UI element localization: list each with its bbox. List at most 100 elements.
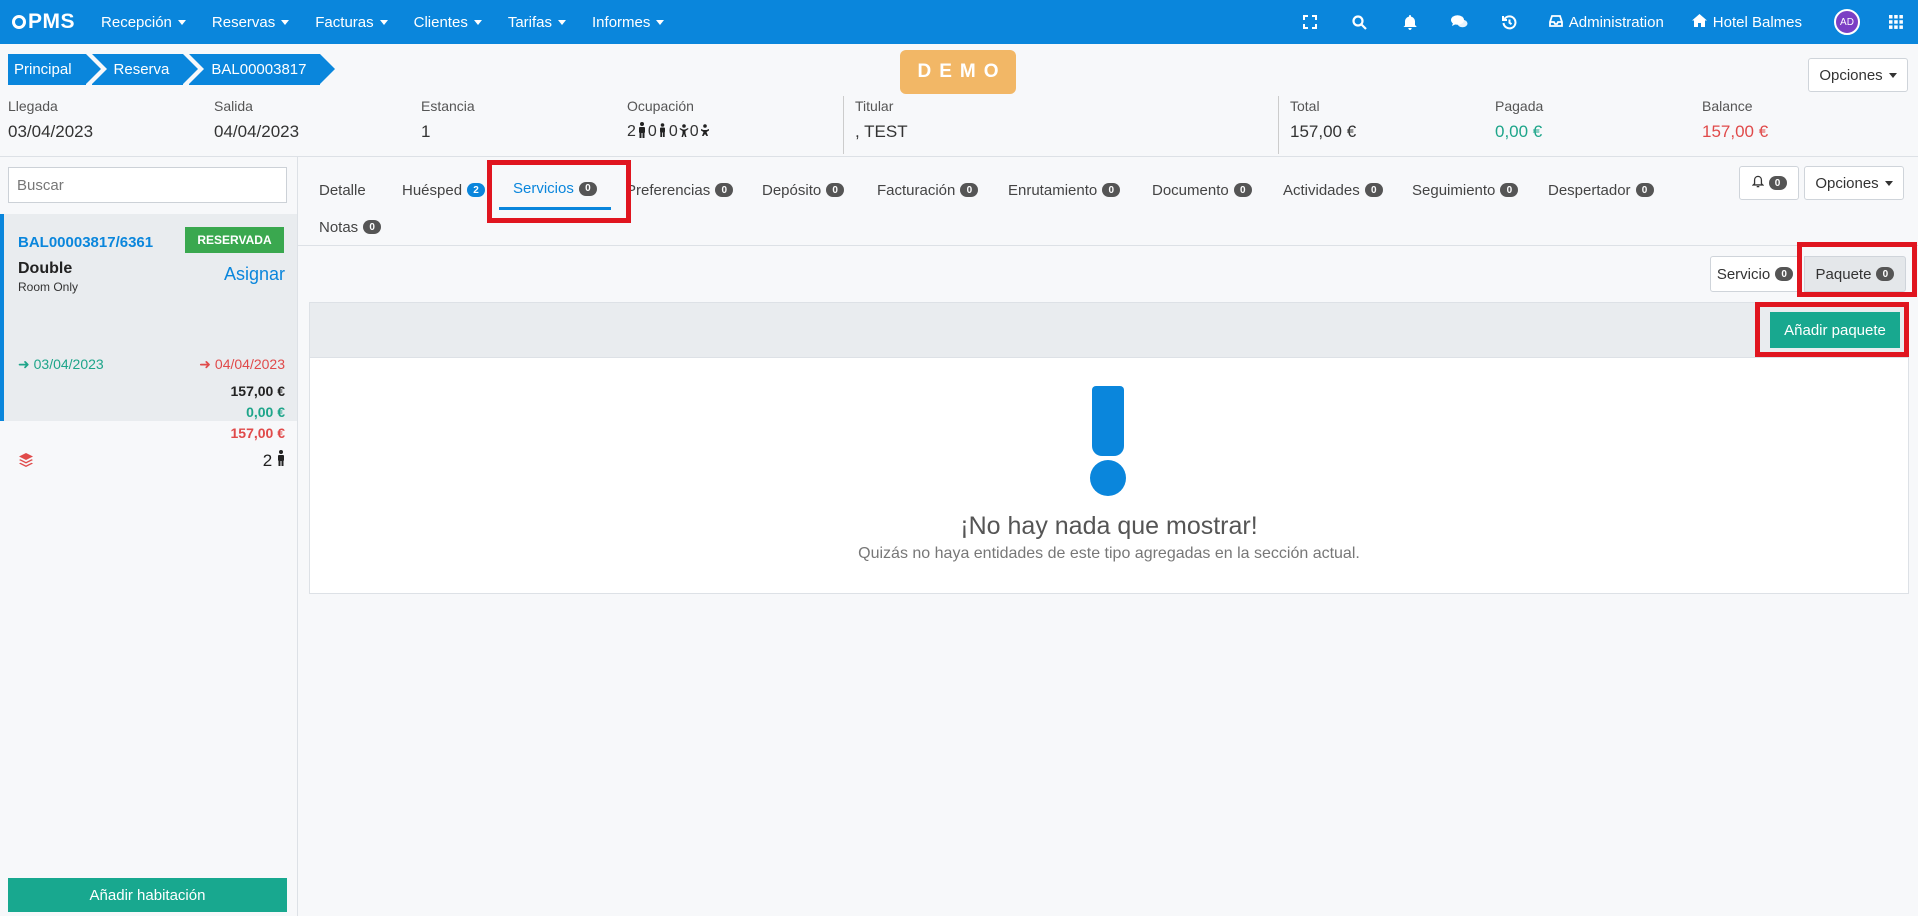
tab-enrutamiento[interactable]: Enrutamiento 0 — [1008, 170, 1121, 210]
departure-field: Salida 04/04/2023 — [214, 96, 299, 142]
notifications-button[interactable]: 0 — [1739, 166, 1799, 200]
notifications-count: 0 — [1768, 176, 1787, 190]
package-toolbar — [309, 302, 1909, 358]
occupancy-field: Ocupación 2 0 0 0 — [627, 96, 711, 141]
caret-down-icon — [281, 19, 290, 25]
home-icon — [1691, 14, 1707, 30]
holder-field: Titular , TEST — [855, 96, 908, 142]
total-label: Total — [1290, 98, 1320, 114]
reservation-summary: Llegada 03/04/2023 Salida 04/04/2023 Est… — [0, 96, 1918, 156]
tab-count: 0 — [1102, 183, 1121, 197]
menu-tarifas[interactable]: Tarifas — [507, 13, 567, 31]
tab-deposito[interactable]: Depósito 0 — [762, 170, 845, 210]
demo-badge: DEMO — [900, 50, 1016, 94]
departure-label: Salida — [214, 98, 253, 114]
options-label: Opciones — [1819, 66, 1883, 84]
tab-count: 0 — [826, 183, 845, 197]
paid-field: Pagada 0,00 € — [1495, 96, 1543, 142]
inbox-icon — [1548, 14, 1563, 30]
menu-label: Recepción — [101, 13, 172, 31]
stay-label: Estancia — [421, 98, 475, 114]
search-input[interactable] — [8, 167, 287, 203]
occupancy-value: 2 0 0 0 — [627, 122, 711, 141]
app-logo[interactable]: PMS — [12, 10, 75, 34]
hotel-selector[interactable]: Hotel Balmes — [1691, 14, 1802, 31]
breadcrumb-reserva[interactable]: Reserva — [91, 54, 199, 85]
room-code[interactable]: BAL00003817/6361 — [18, 234, 153, 251]
tab-count: 0 — [363, 220, 382, 234]
rooms-sidebar: BAL00003817/6361 RESERVADA Double Room O… — [0, 157, 298, 916]
tab-label: Seguimiento — [1412, 181, 1496, 199]
children-count: 0 — [668, 122, 678, 140]
junior-icon — [658, 123, 668, 140]
tab-preferencias[interactable]: Preferencias 0 — [626, 170, 734, 210]
status-badge: RESERVADA — [185, 227, 284, 253]
menu-reservas[interactable]: Reservas — [212, 14, 290, 31]
balance-field: Balance 157,00 € — [1702, 96, 1768, 142]
package-subtab[interactable]: Paquete 0 — [1804, 256, 1906, 292]
tab-servicios[interactable]: Servicios 0 — [499, 170, 611, 210]
user-avatar[interactable]: AD — [1834, 9, 1860, 35]
menu-facturas[interactable]: Facturas — [315, 13, 388, 31]
tab-detalle[interactable]: Detalle — [319, 170, 366, 210]
bell-icon[interactable] — [1385, 0, 1435, 44]
administration-link[interactable]: Administration — [1548, 14, 1664, 31]
tab-actividades[interactable]: Actividades 0 — [1283, 170, 1383, 210]
caret-down-icon — [177, 19, 186, 25]
logo-icon — [12, 15, 26, 29]
tab-count: 0 — [578, 181, 597, 196]
tab-count: 2 — [467, 183, 486, 197]
menu-clientes[interactable]: Clientes — [414, 14, 482, 31]
tab-notas[interactable]: Notas 0 — [319, 207, 382, 247]
tab-count: 0 — [715, 183, 734, 197]
assign-link[interactable]: Asignar — [224, 264, 285, 285]
tab-seguimiento[interactable]: Seguimiento 0 — [1412, 170, 1519, 210]
menu-label: Clientes — [413, 13, 468, 31]
arrival-value: 03/04/2023 — [8, 122, 94, 141]
adult-icon — [277, 450, 285, 470]
history-icon[interactable] — [1485, 0, 1535, 44]
top-navbar: PMS Recepción Reservas Facturas Clientes… — [0, 0, 1918, 44]
menu-label: Facturas — [315, 13, 374, 31]
tab-count: 0 — [1233, 183, 1252, 197]
room-balance: 157,00 € — [230, 425, 286, 441]
total-value: 157,00 € — [1290, 122, 1357, 141]
add-package-button[interactable]: Añadir paquete — [1770, 312, 1900, 348]
baby-icon — [700, 123, 710, 140]
package-count: 0 — [1876, 267, 1895, 281]
room-total: 157,00 € — [230, 383, 286, 399]
search-icon[interactable] — [1335, 0, 1385, 44]
caret-down-icon — [1884, 180, 1893, 186]
room-departure: ➜ 04/04/2023 — [199, 356, 285, 373]
tab-huesped[interactable]: Huésped 2 — [402, 170, 486, 210]
tab-label: Actividades — [1283, 181, 1360, 199]
tab-count: 0 — [1635, 183, 1654, 197]
apps-grid-icon[interactable] — [1874, 0, 1918, 44]
layers-icon[interactable] — [18, 452, 34, 473]
balance-value: 157,00 € — [1702, 122, 1769, 141]
service-subtab[interactable]: Servicio 0 — [1710, 256, 1800, 292]
room-plan: Room Only — [18, 280, 79, 294]
tab-documento[interactable]: Documento 0 — [1152, 170, 1252, 210]
options-button-top[interactable]: Opciones — [1808, 58, 1908, 92]
tab-label: Depósito — [762, 181, 822, 199]
tab-label: Servicios — [513, 180, 574, 197]
tab-facturacion[interactable]: Facturación 0 — [877, 170, 979, 210]
options-button-tabs[interactable]: Opciones — [1804, 166, 1904, 200]
breadcrumb-reservation-code[interactable]: BAL00003817 — [189, 54, 336, 85]
menu-label: Tarifas — [507, 13, 553, 31]
add-room-button[interactable]: Añadir habitación — [8, 878, 287, 912]
tab-label: Huésped — [402, 181, 463, 199]
breadcrumb-principal[interactable]: Principal — [8, 54, 100, 85]
sign-in-icon: ➜ — [18, 356, 30, 372]
menu-recepcion[interactable]: Recepción — [101, 14, 186, 31]
navbar-right: Administration Hotel Balmes AD — [1285, 0, 1918, 44]
paid-value: 0,00 € — [1495, 122, 1543, 141]
room-card[interactable]: BAL00003817/6361 RESERVADA Double Room O… — [0, 214, 297, 470]
tab-despertador[interactable]: Despertador 0 — [1548, 170, 1654, 210]
chat-icon[interactable] — [1435, 0, 1485, 44]
menu-informes[interactable]: Informes — [592, 14, 665, 31]
fullscreen-icon[interactable] — [1285, 0, 1335, 44]
tab-label: Notas — [319, 218, 359, 236]
total-field: Total 157,00 € — [1290, 96, 1356, 142]
